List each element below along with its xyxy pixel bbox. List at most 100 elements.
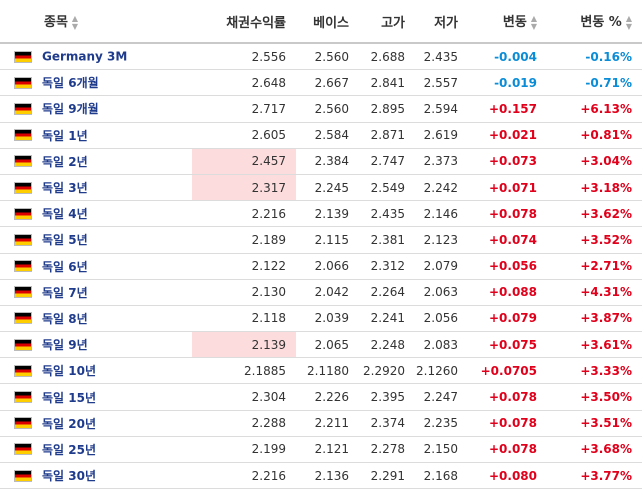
base-cell: 2.136 <box>296 462 359 489</box>
change-cell: +0.074 <box>468 226 547 254</box>
change-pct-cell: +0.81% <box>547 122 642 149</box>
header-yield[interactable]: 채권수익률 <box>192 0 296 44</box>
instrument-link[interactable]: 독일 4년 <box>42 207 88 221</box>
germany-flag-icon <box>14 129 32 142</box>
high-cell: 2.248 <box>359 331 415 359</box>
instrument-link[interactable]: 독일 8년 <box>42 312 88 326</box>
germany-flag-icon <box>14 286 32 299</box>
low-cell: 2.242 <box>415 174 468 202</box>
instrument-link[interactable]: 독일 5년 <box>42 233 88 247</box>
change-cell: +0.078 <box>468 436 547 464</box>
base-cell: 2.121 <box>296 436 359 464</box>
instrument-cell: 독일 2년 <box>0 148 192 175</box>
low-cell: 2.1260 <box>415 357 468 385</box>
germany-flag-icon <box>14 364 32 377</box>
instrument-cell: 독일 10년 <box>0 357 192 385</box>
header-base[interactable]: 베이스 <box>296 0 359 44</box>
header-name-label: 종목 <box>44 15 68 31</box>
header-change-label: 변동 <box>502 15 527 31</box>
instrument-link[interactable]: 독일 1년 <box>42 129 88 143</box>
instrument-link[interactable]: 독일 6개월 <box>42 76 99 90</box>
base-cell: 2.560 <box>296 43 359 71</box>
instrument-link[interactable]: 독일 9개월 <box>42 102 99 116</box>
high-cell: 2.688 <box>359 43 415 71</box>
base-cell: 2.667 <box>296 69 359 97</box>
change-cell: -0.019 <box>468 69 547 97</box>
table-row: 독일 4년 2.216 2.139 2.435 2.146 +0.078 +3.62% <box>0 200 642 228</box>
instrument-cell: 독일 6년 <box>0 253 192 280</box>
instrument-link[interactable]: 독일 3년 <box>42 181 88 195</box>
instrument-link[interactable]: 독일 2년 <box>42 155 88 169</box>
low-cell: 2.373 <box>415 148 468 175</box>
high-cell: 2.871 <box>359 122 415 149</box>
germany-flag-icon <box>14 417 32 430</box>
high-cell: 2.2920 <box>359 357 415 385</box>
sort-icon[interactable]: ▲ ▼ <box>72 14 78 31</box>
germany-flag-icon <box>14 207 32 220</box>
yield-cell: 2.216 <box>192 462 296 489</box>
yield-cell: 2.457 <box>192 148 296 175</box>
header-name[interactable]: 종목 ▲ ▼ <box>0 0 192 44</box>
instrument-link[interactable]: 독일 25년 <box>42 443 96 457</box>
yield-cell: 2.288 <box>192 410 296 437</box>
change-cell: +0.021 <box>468 122 547 149</box>
change-cell: +0.157 <box>468 95 547 123</box>
low-cell: 2.079 <box>415 253 468 280</box>
table-row: 독일 25년 2.199 2.121 2.278 2.150 +0.078 +3.68% <box>0 436 642 464</box>
instrument-link[interactable]: 독일 7년 <box>42 286 88 300</box>
instrument-link[interactable]: 독일 6년 <box>42 260 88 274</box>
instrument-cell: Germany 3M <box>0 43 192 71</box>
high-cell: 2.241 <box>359 305 415 333</box>
table-row: 독일 3년 2.317 2.245 2.549 2.242 +0.071 +3.18% <box>0 174 642 202</box>
low-cell: 2.247 <box>415 383 468 411</box>
instrument-cell: 독일 30년 <box>0 462 192 489</box>
high-cell: 2.278 <box>359 436 415 464</box>
header-change-pct-label: 변동 % <box>580 15 622 31</box>
header-change[interactable]: 변동 ▲ ▼ <box>468 0 547 44</box>
sort-icon[interactable]: ▲ ▼ <box>626 14 632 31</box>
yield-cell: 2.648 <box>192 69 296 97</box>
change-cell: +0.080 <box>468 462 547 489</box>
table-header: 종목 ▲ ▼ 채권수익률 베이스 고가 저가 변동 ▲ ▼ 변동 % ▲ ▼ <box>0 0 642 44</box>
yield-cell: 2.605 <box>192 122 296 149</box>
change-pct-cell: +3.68% <box>547 436 642 464</box>
change-cell: +0.088 <box>468 279 547 306</box>
yield-cell: 2.317 <box>192 174 296 202</box>
yield-cell: 2.139 <box>192 331 296 359</box>
instrument-link[interactable]: 독일 20년 <box>42 417 96 431</box>
header-low-label: 저가 <box>434 15 458 31</box>
yield-cell: 2.304 <box>192 383 296 411</box>
base-cell: 2.039 <box>296 305 359 333</box>
sort-icon[interactable]: ▲ ▼ <box>531 14 537 31</box>
base-cell: 2.584 <box>296 122 359 149</box>
high-cell: 2.291 <box>359 462 415 489</box>
change-pct-cell: -0.16% <box>547 43 642 71</box>
germany-flag-icon <box>14 443 32 456</box>
instrument-cell: 독일 9년 <box>0 331 192 359</box>
header-change-pct[interactable]: 변동 % ▲ ▼ <box>547 0 642 44</box>
germany-flag-icon <box>14 102 32 115</box>
low-cell: 2.056 <box>415 305 468 333</box>
base-cell: 2.042 <box>296 279 359 306</box>
table-row: 독일 5년 2.189 2.115 2.381 2.123 +0.074 +3.52% <box>0 226 642 254</box>
base-cell: 2.115 <box>296 226 359 254</box>
instrument-link[interactable]: 독일 10년 <box>42 364 96 378</box>
change-cell: +0.078 <box>468 200 547 228</box>
bond-table: 종목 ▲ ▼ 채권수익률 베이스 고가 저가 변동 ▲ ▼ 변동 % ▲ ▼ Germany… <box>0 0 642 489</box>
yield-cell: 2.199 <box>192 436 296 464</box>
instrument-link[interactable]: 독일 15년 <box>42 391 96 405</box>
header-low[interactable]: 저가 <box>415 0 468 44</box>
instrument-link[interactable]: 독일 30년 <box>42 469 96 483</box>
instrument-link[interactable]: 독일 9년 <box>42 338 88 352</box>
table-row: 독일 7년 2.130 2.042 2.264 2.063 +0.088 +4.31% <box>0 279 642 306</box>
table-row: Germany 3M 2.556 2.560 2.688 2.435 -0.004 -0.1… <box>0 43 642 71</box>
instrument-link[interactable]: Germany 3M <box>42 50 127 64</box>
change-cell: +0.079 <box>468 305 547 333</box>
change-cell: +0.075 <box>468 331 547 359</box>
yield-cell: 2.1885 <box>192 357 296 385</box>
header-high[interactable]: 고가 <box>359 0 415 44</box>
table-body: Germany 3M 2.556 2.560 2.688 2.435 -0.004 -0.1… <box>0 43 642 489</box>
instrument-cell: 독일 6개월 <box>0 69 192 97</box>
yield-cell: 2.118 <box>192 305 296 333</box>
header-high-label: 고가 <box>381 15 405 31</box>
